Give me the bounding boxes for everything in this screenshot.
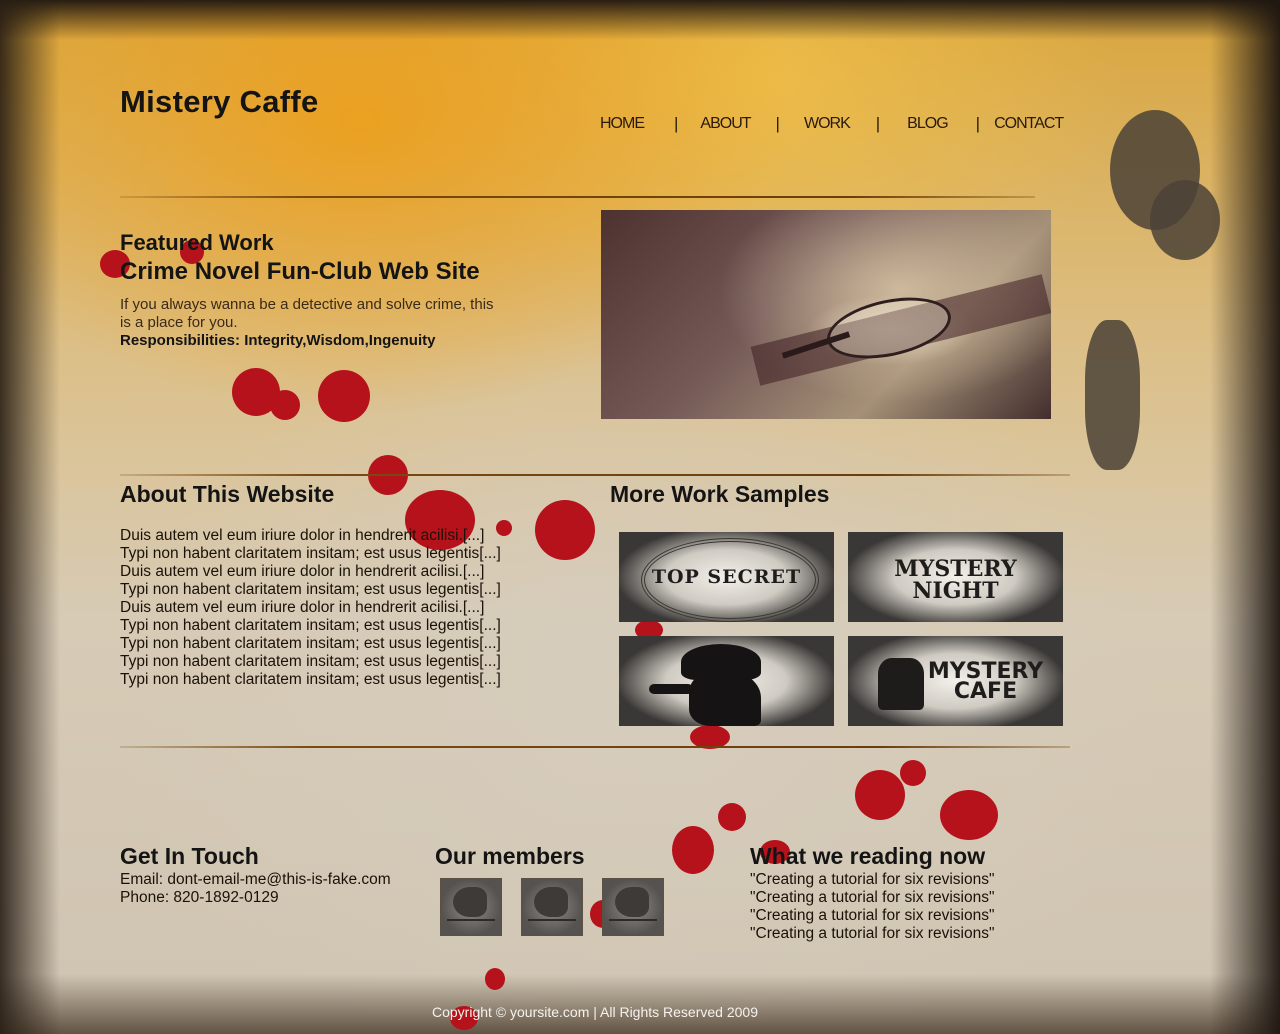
burnt-edge-top: [0, 0, 1280, 40]
about-line: Typi non habent claritatem insitam; est …: [120, 653, 501, 670]
copyright: Copyright © yoursite.com | All Rights Re…: [432, 1004, 758, 1020]
blood-splatter: [900, 760, 926, 786]
site-title: Mistery Caffe: [120, 84, 319, 119]
nav-blog[interactable]: BLOG: [907, 115, 948, 133]
member-avatar[interactable]: [440, 878, 502, 936]
about-line: Typi non habent claritatem insitam; est …: [120, 545, 501, 562]
nav-work[interactable]: WORK: [804, 115, 851, 133]
blood-splatter: [318, 370, 370, 422]
blood-splatter: [855, 770, 905, 820]
nav-separator: |: [975, 114, 981, 133]
nav-contact[interactable]: CONTACT: [994, 115, 1064, 133]
crow-icon: [615, 887, 649, 917]
reading-item[interactable]: "Creating a tutorial for six revisions": [750, 907, 994, 925]
contact-email: Email: dont-email-me@this-is-fake.com: [120, 871, 391, 888]
reading-item[interactable]: "Creating a tutorial for six revisions": [750, 871, 994, 889]
crow-icon: [534, 887, 568, 917]
about-line: Typi non habent claritatem insitam; est …: [120, 635, 501, 652]
about-heading: About This Website: [120, 481, 335, 507]
divider: [120, 746, 1070, 748]
members-heading: Our members: [435, 843, 585, 869]
blood-splatter: [270, 390, 300, 420]
reading-item[interactable]: "Creating a tutorial for six revisions": [750, 889, 994, 907]
ink-splatter: [1085, 320, 1140, 470]
blood-splatter: [718, 803, 746, 831]
work-sample-top-secret[interactable]: TOP SECRET: [619, 532, 834, 622]
reading-heading: What we reading now: [750, 843, 986, 869]
work-sample-mystery-cafe[interactable]: MYSTERY CAFE: [848, 636, 1063, 726]
about-line: Duis autem vel eum iriure dolor in hendr…: [120, 527, 485, 544]
sample-label: TOP SECRET: [651, 566, 802, 588]
blood-splatter: [485, 968, 505, 990]
blood-splatter: [535, 500, 595, 560]
burnt-edge-left: [0, 0, 60, 1034]
about-line: Duis autem vel eum iriure dolor in hendr…: [120, 563, 485, 580]
reading-item[interactable]: "Creating a tutorial for six revisions": [750, 925, 994, 943]
nav-about[interactable]: ABOUT: [700, 115, 751, 133]
about-text: Duis autem vel eum iriure dolor in hendr…: [120, 527, 540, 689]
about-line: Typi non habent claritatem insitam; est …: [120, 671, 501, 688]
nav-separator: |: [875, 114, 881, 133]
featured-project-title: Crime Novel Fun-Club Web Site: [120, 258, 480, 285]
nav-separator: |: [775, 114, 780, 133]
work-sample-mystery-night[interactable]: MYSTERY NIGHT: [848, 532, 1063, 622]
divider: [120, 196, 1035, 198]
blood-splatter: [940, 790, 998, 840]
nav-home[interactable]: HOME: [600, 115, 645, 133]
about-line: Typi non habent claritatem insitam; est …: [120, 581, 501, 598]
featured-image[interactable]: [601, 210, 1051, 419]
contact-heading: Get In Touch: [120, 843, 259, 869]
work-sample-detective[interactable]: [619, 636, 834, 726]
branch: [528, 919, 576, 921]
featured-responsibilities: Responsibilities: Integrity,Wisdom,Ingen…: [120, 332, 436, 349]
contact-phone: Phone: 820-1892-0129: [120, 889, 279, 906]
divider: [120, 474, 1070, 476]
member-avatar[interactable]: [602, 878, 664, 936]
about-line: Duis autem vel eum iriure dolor in hendr…: [120, 599, 485, 616]
branch: [609, 919, 657, 921]
sample-label: MYSTERY CAFE: [927, 659, 1044, 704]
pipe-icon: [649, 684, 693, 694]
sample-label: MYSTERY NIGHT: [894, 556, 1017, 604]
reading-list: "Creating a tutorial for six revisions" …: [750, 871, 994, 943]
ink-splatter: [1150, 180, 1220, 260]
about-line: Typi non habent claritatem insitam; est …: [120, 617, 501, 634]
blood-splatter: [672, 826, 714, 874]
member-avatar[interactable]: [521, 878, 583, 936]
featured-heading: Featured Work: [120, 230, 274, 255]
featured-description: If you always wanna be a detective and s…: [120, 296, 494, 331]
burnt-edge-right: [1210, 0, 1280, 1034]
detective-silhouette-icon: [689, 670, 761, 726]
crow-icon: [453, 887, 487, 917]
nav-separator: |: [674, 114, 679, 133]
samples-heading: More Work Samples: [610, 481, 830, 507]
main-nav: HOME | ABOUT | WORK | BLOG | CONTACT: [592, 113, 1064, 135]
branch: [447, 919, 495, 921]
